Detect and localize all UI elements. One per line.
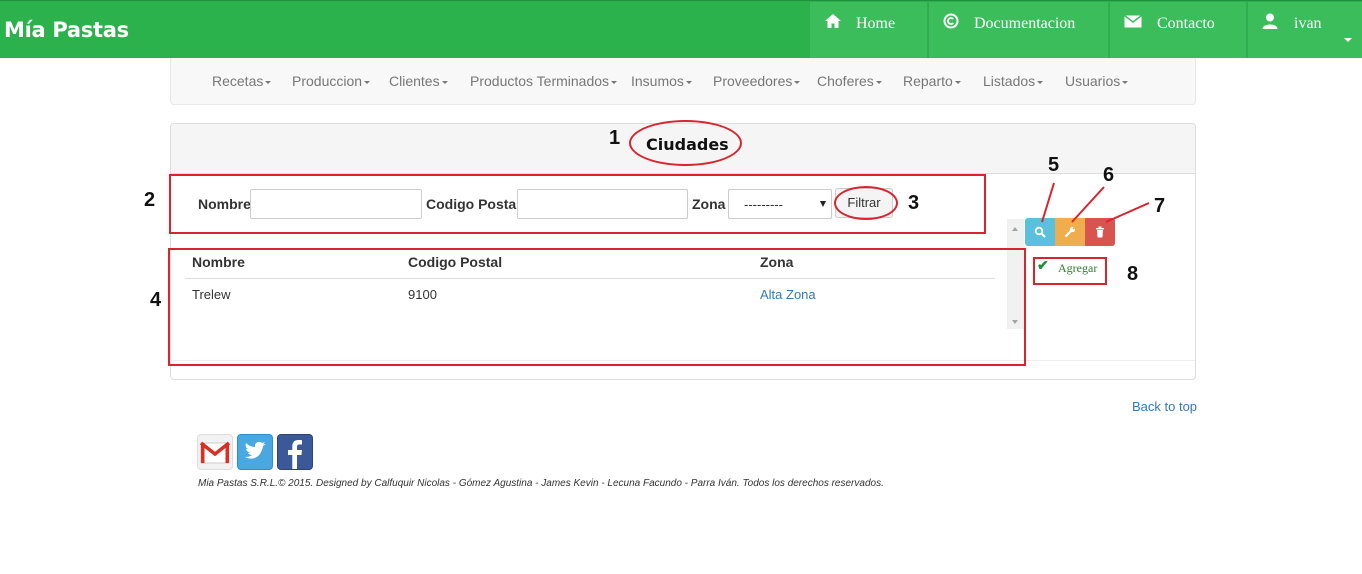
annotation-number-6: 6 [1103,164,1115,186]
user-icon [1262,13,1278,34]
annotation-number-5: 5 [1048,154,1060,176]
menu-usuarios[interactable]: Usuarios [1065,73,1129,89]
caret-icon [265,80,272,84]
annotation-number-8: 8 [1127,263,1139,285]
back-to-top-link[interactable]: Back to top [1132,399,1197,414]
menu-proveedores[interactable]: Proveedores [713,73,801,89]
footer-copyright: Mia Pastas S.R.L.© 2015. Designed by Cal… [198,478,884,489]
annotation-ellipse-filtrar [834,186,898,220]
annotation-ellipse-title [629,120,742,166]
annotation-number-3: 3 [908,192,920,214]
caret-icon [685,80,692,84]
menu-recetas[interactable]: Recetas [212,73,272,89]
brand-logo[interactable]: Mía Pastas [4,18,129,42]
nav-user-label: ivan [1294,15,1322,32]
nav-home[interactable]: Home [809,2,927,58]
nav-user-dropdown[interactable]: ivan [1247,2,1362,58]
caret-icon [611,80,618,84]
gmail-icon[interactable] [197,434,233,470]
nav-contacto-label: Contacto [1157,15,1215,32]
annotation-number-7: 7 [1154,195,1166,217]
chevron-down-icon [1344,38,1352,42]
menu-listados[interactable]: Listados [983,73,1044,89]
menu-insumos[interactable]: Insumos [631,73,692,89]
nav-documentacion[interactable]: Documentacion [928,2,1108,58]
annotation-box-table [168,248,1026,366]
annotation-pointer-lines [1041,182,1150,223]
menu-reparto[interactable]: Reparto [903,73,961,89]
scroll-up-icon[interactable] [1012,227,1018,231]
menu-choferes[interactable]: Choferes [817,73,882,89]
caret-icon [954,80,961,84]
top-navbar: Mía Pastas Home Documentacion Contacto i… [0,0,1362,58]
home-icon [824,13,842,34]
caret-icon [1122,80,1129,84]
menu-productos-terminados[interactable]: Productos Terminados [470,73,618,89]
caret-icon [1037,80,1044,84]
nav-contacto[interactable]: Contacto [1109,2,1246,58]
annotation-number-4: 4 [150,289,162,311]
envelope-icon [1124,14,1142,33]
nav-home-label: Home [856,15,896,32]
nav-documentacion-label: Documentacion [974,15,1076,32]
annotation-box-agregar [1033,257,1107,285]
menu-produccion[interactable]: Produccion [292,73,371,89]
menu-clientes[interactable]: Clientes [389,73,448,89]
caret-icon [441,80,448,84]
caret-icon [364,80,371,84]
annotation-number-2: 2 [144,189,156,211]
twitter-icon[interactable] [237,434,273,470]
annotation-number-1: 1 [609,127,621,149]
facebook-icon[interactable] [277,434,313,470]
copyright-icon [943,13,959,34]
caret-icon [794,80,801,84]
caret-icon [875,80,882,84]
main-menu: Recetas Produccion Clientes Productos Te… [170,58,1196,105]
